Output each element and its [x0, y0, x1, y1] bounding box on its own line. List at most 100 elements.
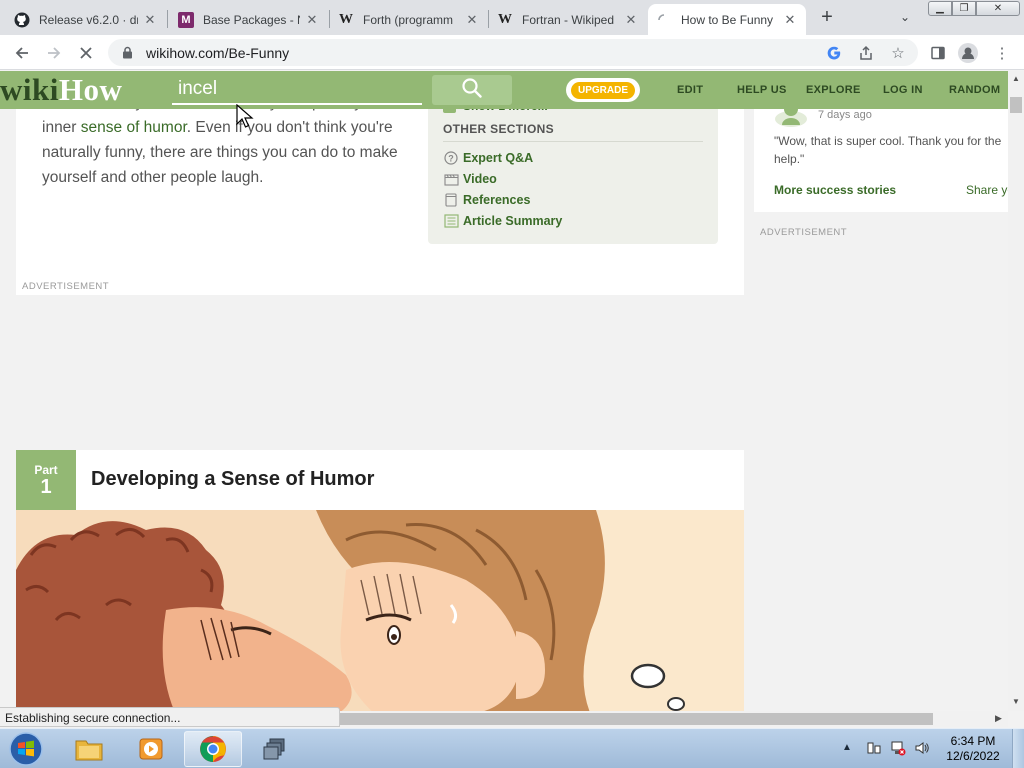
tab-release[interactable]: Release v6.2.0 · dr ✕	[6, 4, 166, 35]
address-bar[interactable]: wikihow.com/Be-Funny	[108, 39, 918, 66]
wikihow-logo[interactable]: wikiHow	[0, 73, 122, 107]
share-icon[interactable]	[856, 43, 876, 63]
share-story-link[interactable]: Share your story	[966, 183, 1008, 197]
taskbar-explorer[interactable]	[60, 731, 118, 767]
search-button[interactable]	[432, 75, 512, 105]
scrollbar-thumb[interactable]	[1010, 97, 1022, 113]
close-icon[interactable]: ✕	[464, 12, 480, 28]
list-document-icon	[443, 213, 459, 229]
tab-title: Fortran - Wikiped	[522, 12, 615, 27]
tab-how-to-be-funny[interactable]: How to Be Funny ✕	[648, 4, 806, 35]
scroll-down-arrow-icon[interactable]: ▼	[1012, 697, 1020, 706]
toc-item-label: Expert Q&A	[463, 151, 534, 165]
toc-item-article-summary[interactable]: Article Summary	[443, 212, 562, 230]
close-icon[interactable]: ✕	[782, 12, 798, 28]
tab-base-packages[interactable]: M Base Packages - N ✕	[170, 4, 328, 35]
restore-window-button[interactable]: ❐	[952, 1, 976, 16]
logo-wiki: wiki	[0, 72, 59, 107]
back-arrow-icon[interactable]	[10, 41, 34, 65]
nav-random[interactable]: RANDOM	[949, 71, 1000, 109]
toc-item-label: Video	[463, 172, 497, 186]
tab-title: Release v6.2.0 · dr	[39, 12, 138, 27]
search-field[interactable]	[172, 75, 422, 105]
show-desktop-button[interactable]	[1012, 729, 1024, 768]
tab-forth[interactable]: W Forth (programm ✕	[330, 4, 488, 35]
toc-item-references[interactable]: References	[443, 191, 530, 209]
close-icon[interactable]: ✕	[142, 12, 158, 28]
page-viewport: but it's actually not that hard fore you…	[0, 71, 1008, 711]
toc-item-video[interactable]: Video	[443, 170, 497, 188]
start-button[interactable]	[4, 730, 48, 768]
toc-item-expert-qa[interactable]: ? Expert Q&A	[443, 149, 533, 167]
scroll-right-arrow-icon[interactable]: ▶	[995, 713, 1002, 724]
horizontal-scrollbar[interactable]: ▶	[340, 711, 1008, 727]
m-icon: M	[178, 11, 194, 28]
intro-card: but it's actually not that hard fore you…	[16, 99, 744, 295]
loading-spinner-icon	[656, 12, 672, 28]
nav-help-us[interactable]: HELP US	[737, 71, 787, 109]
wikipedia-icon: W	[498, 11, 512, 27]
action-center-flag-icon[interactable]	[866, 740, 882, 756]
upgrade-button[interactable]: UPGRADE	[566, 78, 640, 102]
story-timestamp: 7 days ago	[818, 109, 872, 121]
tab-fortran[interactable]: W Fortran - Wikiped ✕	[489, 4, 647, 35]
vertical-scrollbar[interactable]: ▲ ▼	[1008, 71, 1024, 711]
wikipedia-icon: W	[339, 11, 353, 27]
taskbar-media-player[interactable]	[122, 731, 180, 767]
new-tab-button[interactable]: +	[816, 6, 838, 28]
wikihow-header: wikiHow UPGRADE EDIT HELP US EXPLORE LOG…	[0, 71, 1008, 109]
bookmark-star-icon[interactable]: ☆	[888, 43, 908, 63]
minimize-window-button[interactable]: ▁	[928, 1, 952, 16]
network-disconnected-icon[interactable]	[890, 740, 906, 756]
close-icon[interactable]: ✕	[623, 12, 639, 28]
tab-separator	[167, 10, 168, 28]
volume-icon[interactable]	[914, 740, 930, 756]
sense-of-humor-link[interactable]: sense of humor	[81, 119, 187, 136]
close-icon[interactable]: ✕	[304, 12, 320, 28]
url-text[interactable]: wikihow.com/Be-Funny	[146, 45, 289, 61]
browser-toolbar: wikihow.com/Be-Funny ☆ ⋮	[0, 35, 1024, 70]
tab-title: Base Packages - N	[203, 12, 300, 27]
more-success-stories-link[interactable]: More success stories	[774, 183, 896, 197]
google-lens-icon[interactable]	[824, 43, 844, 63]
nav-edit[interactable]: EDIT	[677, 71, 703, 109]
search-input[interactable]	[172, 75, 422, 103]
film-icon	[443, 171, 459, 187]
stop-loading-icon[interactable]	[74, 41, 98, 65]
status-bubble: Establishing secure connection...	[0, 707, 340, 727]
show-hidden-icons-icon[interactable]: ▲	[842, 742, 852, 753]
success-story-card: 7 days ago "Wow, that is super cool. Tha…	[754, 102, 1008, 212]
logo-how: How	[58, 72, 123, 107]
advertisement-label: ADVERTISEMENT	[22, 281, 110, 292]
part-heading: Part 1 Developing a Sense of Humor	[16, 450, 744, 510]
windows-switcher-icon	[263, 738, 285, 760]
part-title: Developing a Sense of Humor	[91, 468, 375, 490]
chrome-icon	[200, 736, 226, 762]
kebab-menu-icon[interactable]: ⋮	[992, 43, 1012, 63]
side-panel-icon[interactable]	[928, 43, 948, 63]
github-icon	[14, 12, 30, 28]
scroll-up-arrow-icon[interactable]: ▲	[1012, 74, 1020, 83]
nav-explore[interactable]: EXPLORE	[806, 71, 861, 109]
taskbar-chrome[interactable]	[184, 731, 242, 767]
question-circle-icon: ?	[443, 150, 459, 166]
svg-text:?: ?	[448, 154, 454, 164]
lock-icon[interactable]	[120, 46, 134, 60]
windows-logo-icon	[9, 732, 43, 766]
taskbar-switcher[interactable]	[246, 731, 304, 767]
scrollbar-thumb[interactable]	[340, 713, 933, 725]
mouse-cursor-icon	[236, 104, 254, 128]
part-badge: Part 1	[16, 450, 76, 510]
system-clock[interactable]: 6:34 PM 12/6/2022	[940, 734, 1006, 764]
forward-arrow-icon[interactable]	[42, 41, 66, 65]
toc-item-label: Article Summary	[463, 214, 563, 228]
step-illustration	[16, 510, 744, 711]
clock-date: 12/6/2022	[946, 749, 1000, 763]
tab-search-chevron-icon[interactable]: ⌄	[896, 8, 914, 26]
profile-avatar-icon[interactable]	[958, 43, 978, 63]
nav-log-in[interactable]: LOG IN	[883, 71, 923, 109]
close-window-button[interactable]: ✕	[976, 1, 1020, 16]
search-icon	[462, 77, 482, 103]
intro-paragraph: but it's actually not that hard fore you…	[42, 103, 418, 190]
sections-box: Show 1 more... OTHER SECTIONS ? Expert Q…	[428, 99, 718, 244]
